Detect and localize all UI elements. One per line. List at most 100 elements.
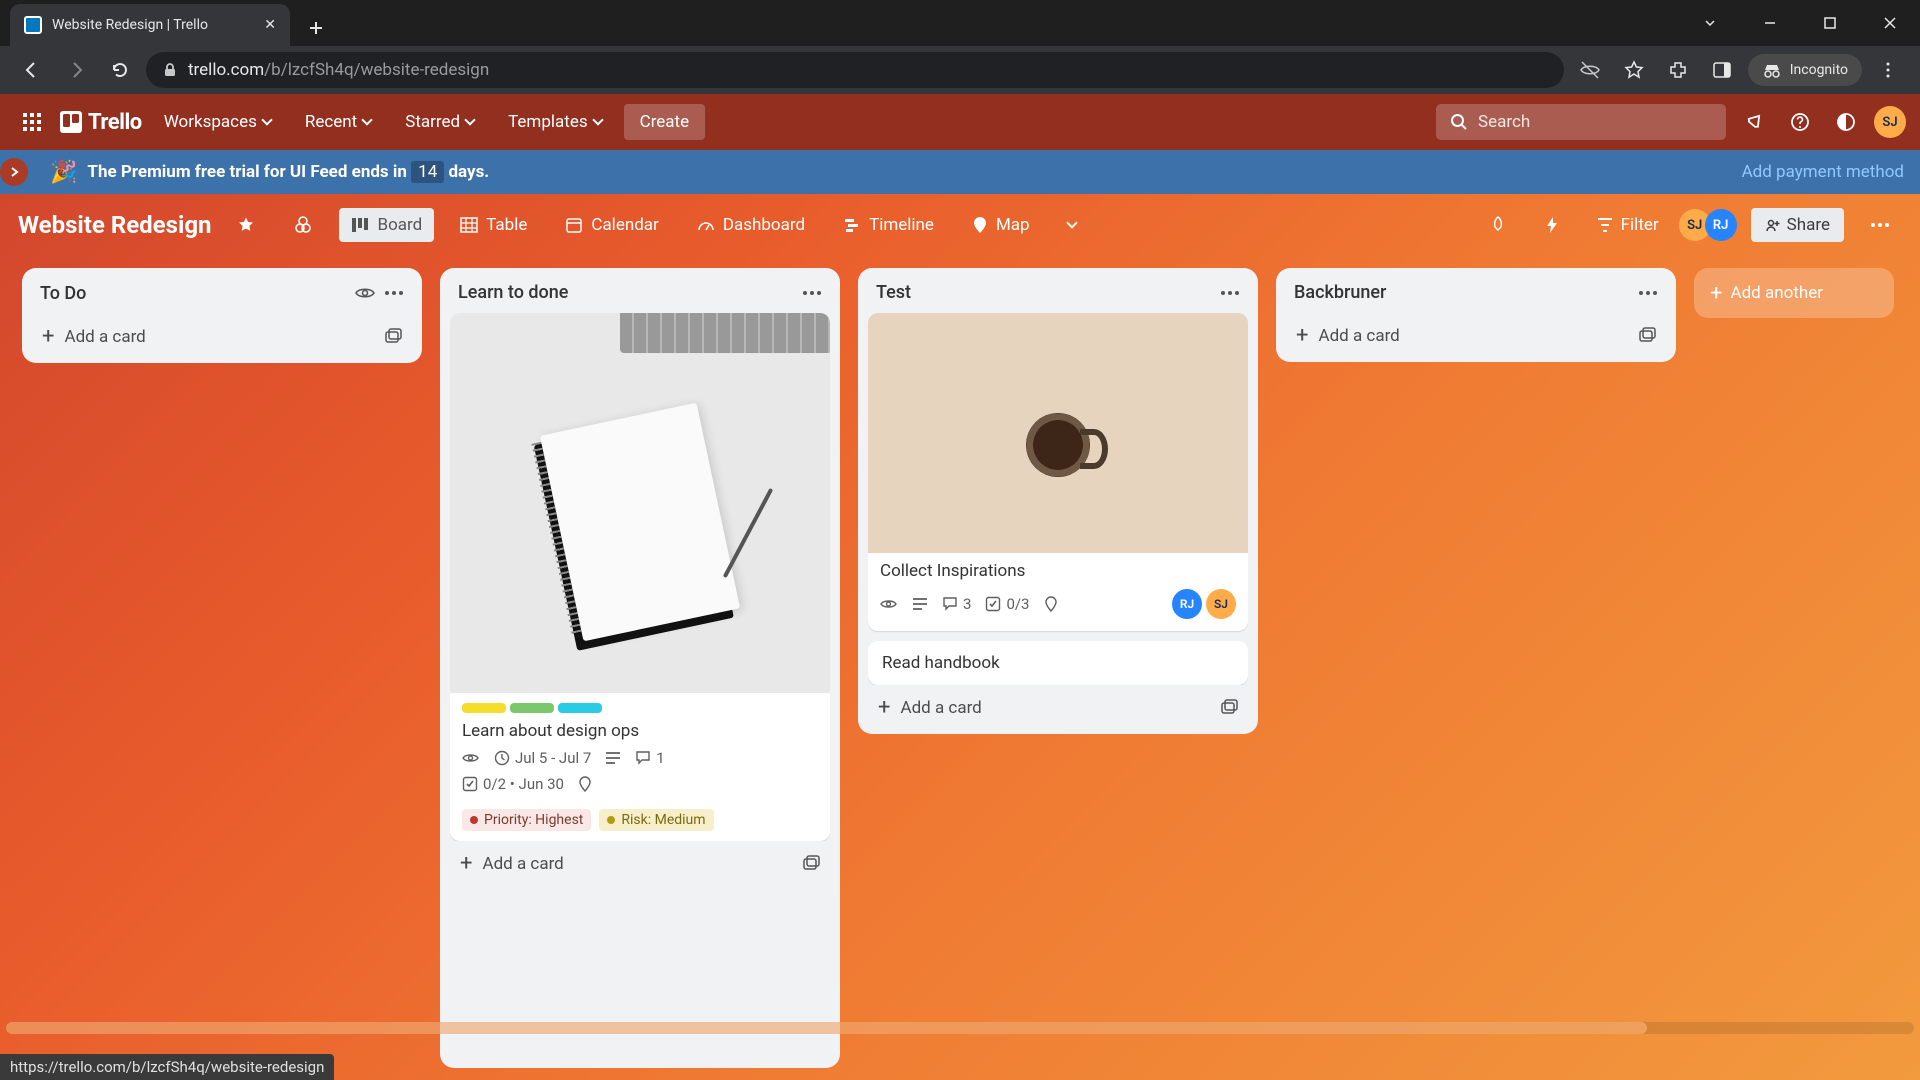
- add-payment-link[interactable]: Add payment method: [1742, 162, 1904, 182]
- template-icon[interactable]: [1220, 699, 1238, 717]
- maximize-button[interactable]: [1800, 0, 1860, 46]
- star-board-icon[interactable]: [225, 209, 267, 241]
- card-body: Read handbook: [868, 641, 1248, 685]
- premium-banner: 🎉 The Premium free trial for UI Feed end…: [0, 150, 1920, 194]
- url-bar: trello.com/b/lzcfSh4q/website-redesign I…: [0, 46, 1920, 94]
- view-board[interactable]: Board: [339, 208, 434, 242]
- workspace-visibility-icon[interactable]: [281, 208, 325, 242]
- trello-app: Trello Workspaces Recent Starred Templat…: [0, 94, 1920, 1080]
- member-avatar[interactable]: SJ: [1206, 589, 1236, 619]
- card-labels[interactable]: [450, 693, 830, 713]
- status-bar-url: https://trello.com/b/lzcfSh4q/website-re…: [0, 1054, 334, 1080]
- notifications-icon[interactable]: [1736, 104, 1772, 140]
- add-card-button[interactable]: + Add a card: [450, 841, 830, 878]
- address-bar[interactable]: trello.com/b/lzcfSh4q/website-redesign: [146, 52, 1564, 88]
- card-body: Learn about design ops Jul 5 - Jul 7 1 0…: [450, 713, 830, 805]
- user-avatar[interactable]: SJ: [1874, 106, 1906, 138]
- close-tab-icon[interactable]: ✕: [264, 17, 276, 33]
- incognito-eye-icon[interactable]: [1572, 52, 1608, 88]
- label-yellow[interactable]: [462, 703, 506, 713]
- view-calendar[interactable]: Calendar: [553, 208, 670, 242]
- nav-workspaces[interactable]: Workspaces: [152, 104, 283, 140]
- expand-sidebar-icon[interactable]: [0, 158, 28, 186]
- board-menu-icon[interactable]: [1858, 215, 1902, 235]
- template-icon[interactable]: [1638, 327, 1656, 345]
- list-menu-icon[interactable]: [1638, 290, 1658, 296]
- watch-icon[interactable]: [354, 282, 376, 304]
- list-header: Learn to done: [450, 278, 830, 313]
- list-menu-icon[interactable]: [384, 290, 404, 296]
- automation-bolt-icon[interactable]: [1533, 209, 1571, 241]
- tab-search-icon[interactable]: [1680, 0, 1740, 46]
- horizontal-scrollbar[interactable]: [6, 1022, 1914, 1034]
- trello-logo[interactable]: Trello: [60, 110, 142, 135]
- nav-starred[interactable]: Starred: [393, 104, 486, 140]
- minimize-button[interactable]: [1740, 0, 1800, 46]
- help-icon[interactable]: [1782, 104, 1818, 140]
- member-avatar[interactable]: RJ: [1172, 589, 1202, 619]
- card-learn-design-ops[interactable]: Learn about design ops Jul 5 - Jul 7 1 0…: [450, 313, 830, 841]
- board-members[interactable]: SJ RJ: [1685, 209, 1737, 241]
- board-canvas[interactable]: To Do + Add a card Learn to done: [0, 256, 1920, 1080]
- list-menu-icon[interactable]: [1220, 290, 1240, 296]
- back-button[interactable]: [14, 52, 50, 88]
- forward-button[interactable]: [58, 52, 94, 88]
- add-card-button[interactable]: + Add a card: [868, 685, 1248, 722]
- powerups-rocket-icon[interactable]: [1477, 209, 1519, 241]
- app-switcher-icon[interactable]: [14, 104, 50, 140]
- view-table[interactable]: Table: [448, 208, 539, 242]
- label-green[interactable]: [510, 703, 554, 713]
- share-button[interactable]: Share: [1751, 208, 1844, 242]
- close-window-button[interactable]: [1860, 0, 1920, 46]
- template-icon[interactable]: [384, 328, 402, 346]
- nav-templates[interactable]: Templates: [496, 104, 614, 140]
- create-button[interactable]: Create: [624, 104, 706, 140]
- plus-icon: +: [1296, 323, 1308, 348]
- incognito-label: Incognito: [1790, 62, 1848, 78]
- add-card-button[interactable]: + Add a card: [1286, 313, 1666, 350]
- plus-icon: +: [878, 695, 890, 720]
- location-badge: [1044, 596, 1058, 612]
- add-card-button[interactable]: + Add a card: [32, 314, 412, 351]
- scrollbar-thumb[interactable]: [6, 1022, 1647, 1034]
- filter-button[interactable]: Filter: [1585, 208, 1671, 242]
- search-input[interactable]: [1478, 112, 1700, 132]
- trello-logo-text: Trello: [88, 110, 142, 135]
- trello-favicon: [24, 16, 42, 34]
- nav-recent[interactable]: Recent: [293, 104, 383, 140]
- card-body: Collect Inspirations 3 0/3 RJ SJ: [868, 553, 1248, 631]
- list-menu-icon[interactable]: [802, 290, 822, 296]
- more-views-icon[interactable]: [1056, 216, 1088, 234]
- sidepanel-icon[interactable]: [1704, 52, 1740, 88]
- theme-icon[interactable]: [1828, 104, 1864, 140]
- list-title[interactable]: To Do: [40, 283, 346, 304]
- list-header: To Do: [32, 278, 412, 314]
- member-avatar[interactable]: RJ: [1705, 209, 1737, 241]
- search-box[interactable]: [1436, 104, 1726, 140]
- browser-menu-icon[interactable]: [1870, 52, 1906, 88]
- view-map[interactable]: Map: [960, 208, 1042, 242]
- add-card-label: Add a card: [64, 327, 145, 347]
- template-icon[interactable]: [802, 855, 820, 873]
- checklist-badge: 0/2 • Jun 30: [462, 775, 564, 793]
- extensions-icon[interactable]: [1660, 52, 1696, 88]
- browser-tab[interactable]: Website Redesign | Trello ✕: [10, 4, 290, 46]
- plus-icon: +: [42, 324, 54, 349]
- view-dashboard[interactable]: Dashboard: [685, 208, 817, 242]
- card-title: Read handbook: [882, 653, 1234, 673]
- card-read-handbook[interactable]: Read handbook: [868, 641, 1248, 685]
- bookmark-star-icon[interactable]: [1616, 52, 1652, 88]
- list-title[interactable]: Learn to done: [458, 282, 794, 303]
- new-tab-button[interactable]: [298, 10, 334, 46]
- lock-icon: [162, 62, 178, 78]
- incognito-badge[interactable]: Incognito: [1748, 54, 1862, 86]
- view-timeline[interactable]: Timeline: [831, 208, 946, 242]
- reload-button[interactable]: [102, 52, 138, 88]
- board-title[interactable]: Website Redesign: [18, 211, 211, 239]
- label-teal[interactable]: [558, 703, 602, 713]
- custom-fields: Priority: Highest Risk: Medium: [450, 805, 830, 841]
- list-title[interactable]: Backbruner: [1294, 282, 1630, 303]
- card-collect-inspirations[interactable]: Collect Inspirations 3 0/3 RJ SJ: [868, 313, 1248, 631]
- add-list-button[interactable]: + Add another: [1694, 268, 1894, 318]
- list-title[interactable]: Test: [876, 282, 1212, 303]
